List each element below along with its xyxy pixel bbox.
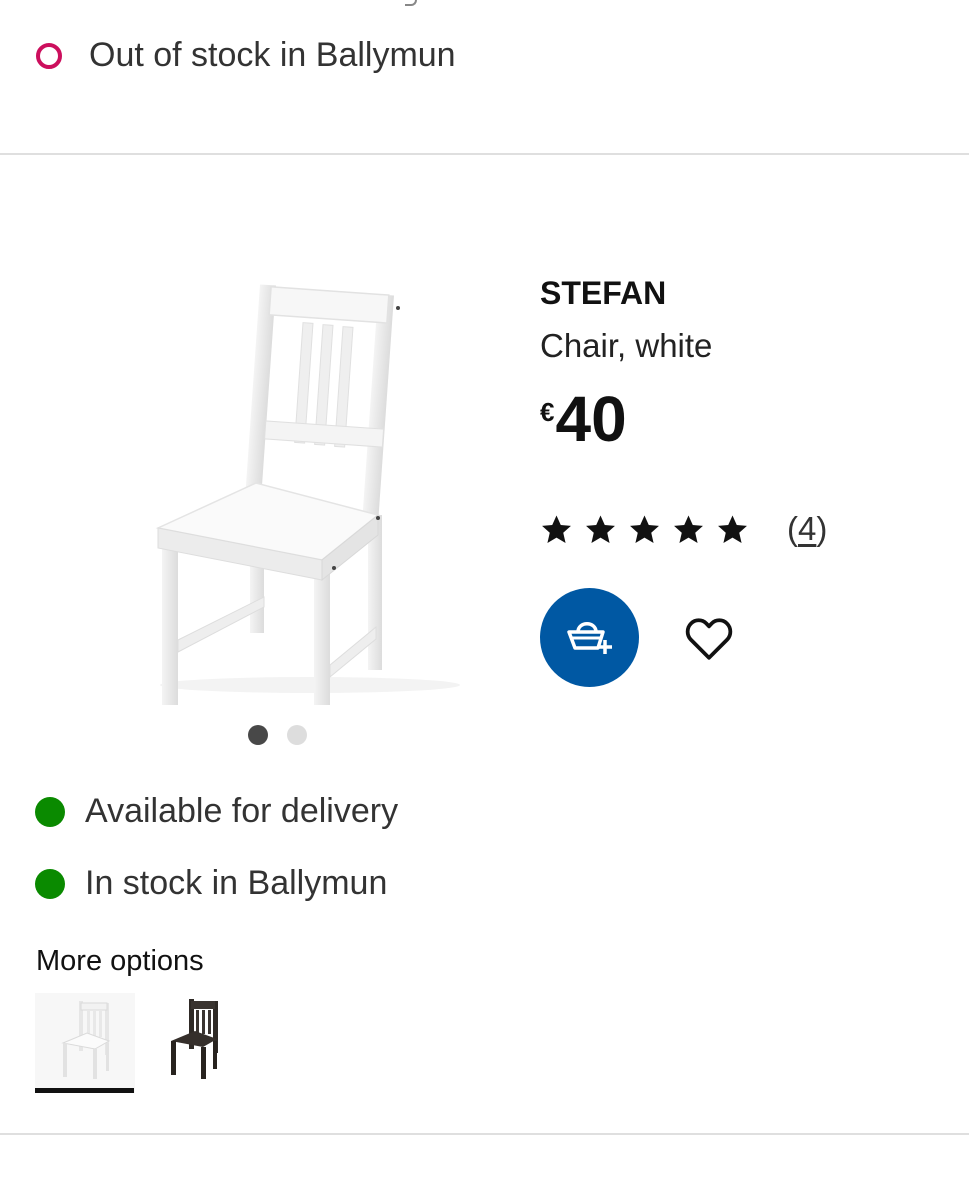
- more-options-label: More options: [36, 945, 204, 977]
- available-dot-icon: [35, 796, 65, 827]
- review-count-open: (: [787, 510, 798, 547]
- product-price: € 40: [540, 387, 627, 451]
- add-to-cart-button[interactable]: [540, 588, 639, 687]
- star-icon: [542, 514, 571, 543]
- price-amount: 40: [555, 383, 627, 455]
- carousel-dot[interactable]: [287, 725, 307, 745]
- star-icon: [718, 514, 747, 543]
- product-rating[interactable]: (4): [540, 510, 827, 548]
- star-icon: [586, 514, 615, 543]
- product-description: Chair, white: [540, 327, 713, 364]
- review-count[interactable]: (4): [787, 510, 827, 548]
- store-stock-text: Out of stock in Ballymun: [89, 36, 456, 74]
- previous-content-fragment: [405, 0, 417, 6]
- delivery-availability: Available for delivery: [35, 792, 398, 831]
- heart-outline-icon[interactable]: [684, 615, 734, 661]
- option-thumbnail-black-brown[interactable]: [145, 993, 245, 1093]
- option-thumbnail-white[interactable]: [35, 993, 135, 1093]
- delivery-availability-text: Available for delivery: [85, 792, 399, 830]
- store-availability-section: Out of stock in Ballymun: [0, 0, 969, 155]
- store-stock-status: Out of stock in Ballymun: [36, 36, 456, 75]
- star-icon: [630, 514, 659, 543]
- image-carousel-dots: [248, 725, 307, 745]
- store-availability-text: In stock in Ballymun: [85, 864, 388, 902]
- product-name[interactable]: STEFAN: [540, 275, 666, 312]
- review-count-number: 4: [798, 510, 817, 547]
- star-icon: [674, 514, 703, 543]
- store-availability: In stock in Ballymun: [35, 864, 387, 903]
- in-stock-dot-icon: [35, 868, 65, 899]
- product-card[interactable]: STEFAN Chair, white € 40 (4) Available f…: [0, 155, 969, 1135]
- carousel-dot-active[interactable]: [248, 725, 268, 745]
- selected-option-indicator: [35, 1088, 134, 1093]
- product-image[interactable]: [110, 215, 510, 705]
- out-of-stock-ring-icon: [36, 42, 62, 69]
- review-count-close: ): [816, 510, 828, 547]
- basket-plus-icon: [566, 621, 612, 654]
- price-currency: €: [540, 397, 555, 427]
